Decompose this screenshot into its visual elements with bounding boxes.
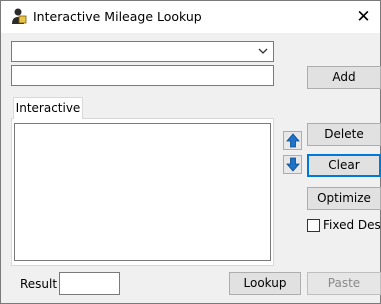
arrow-down-icon (286, 157, 300, 172)
optimize-button[interactable]: Optimize (307, 187, 381, 210)
chevron-down-icon[interactable] (257, 45, 269, 57)
delete-button[interactable]: Delete (307, 123, 381, 146)
tab-interactive[interactable]: Interactive (13, 97, 83, 119)
fixed-dest-label: Fixed Dest. (323, 218, 381, 232)
location-text-field[interactable] (11, 65, 274, 86)
mileage-lookup-window: Interactive Mileage Lookup ✕ Add Interac… (0, 0, 381, 304)
user-shield-icon (10, 7, 28, 25)
result-label: Result (20, 277, 58, 291)
add-button[interactable]: Add (307, 66, 381, 89)
window-title: Interactive Mileage Lookup (33, 9, 202, 24)
result-field[interactable] (59, 272, 120, 295)
title-bar: Interactive Mileage Lookup ✕ (1, 1, 380, 33)
close-icon[interactable]: ✕ (347, 3, 380, 31)
location-dropdown[interactable] (11, 41, 274, 62)
fixed-dest-checkbox[interactable] (307, 219, 320, 232)
paste-button[interactable]: Paste (307, 272, 381, 295)
stops-listbox[interactable] (14, 123, 271, 261)
move-up-button[interactable] (283, 131, 302, 150)
clear-button[interactable]: Clear (307, 154, 381, 177)
lookup-button[interactable]: Lookup (229, 272, 301, 295)
arrow-up-icon (286, 133, 300, 148)
move-down-button[interactable] (283, 155, 302, 174)
